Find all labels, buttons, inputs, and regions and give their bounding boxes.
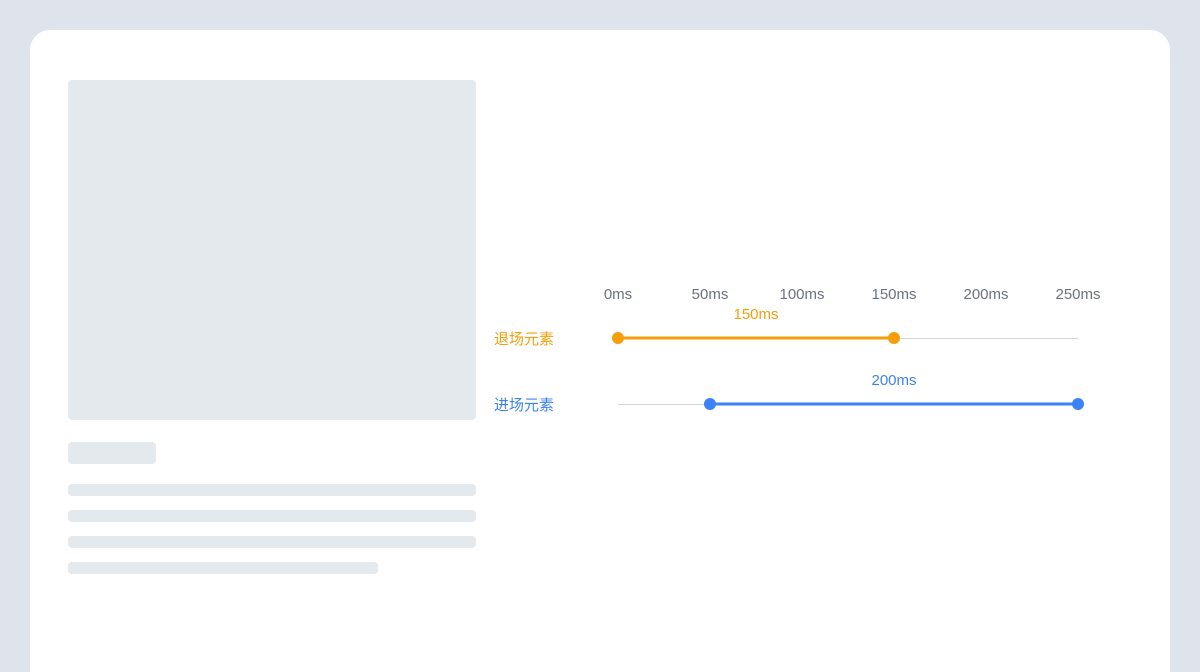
tick-label: 250ms xyxy=(1055,286,1100,303)
exit-timeline: 150ms xyxy=(618,328,1156,348)
tick-label: 100ms xyxy=(779,286,824,303)
enter-start-dot xyxy=(704,398,716,410)
enter-end-dot xyxy=(1072,398,1084,410)
left-panel xyxy=(30,30,470,672)
placeholder-line xyxy=(68,562,378,574)
enter-timeline: 200ms xyxy=(618,394,1156,414)
enter-duration-label: 200ms xyxy=(871,372,916,389)
exit-end-dot xyxy=(888,332,900,344)
exit-row: 退场元素 150ms xyxy=(488,328,1156,348)
enter-row: 进场元素 200ms xyxy=(488,394,1156,414)
right-panel: 0ms 50ms 100ms 150ms 200ms 250ms 退场元素 15… xyxy=(470,30,1170,672)
placeholder-lines xyxy=(68,442,452,574)
exit-label: 退场元素 xyxy=(488,328,618,349)
placeholder-line xyxy=(68,442,156,464)
exit-duration-label: 150ms xyxy=(733,306,778,323)
tick-label: 0ms xyxy=(604,286,632,303)
placeholder-line xyxy=(68,510,476,522)
placeholder-line xyxy=(68,484,476,496)
enter-label: 进场元素 xyxy=(488,394,618,415)
enter-bar xyxy=(710,403,1078,406)
exit-bar xyxy=(618,337,894,340)
tick-label: 200ms xyxy=(963,286,1008,303)
diagram-container: 0ms 50ms 100ms 150ms 200ms 250ms 退场元素 15… xyxy=(30,30,1170,672)
placeholder-image xyxy=(68,80,476,420)
tick-label: 150ms xyxy=(871,286,916,303)
placeholder-line xyxy=(68,536,476,548)
tick-label: 50ms xyxy=(692,286,729,303)
exit-start-dot xyxy=(612,332,624,344)
